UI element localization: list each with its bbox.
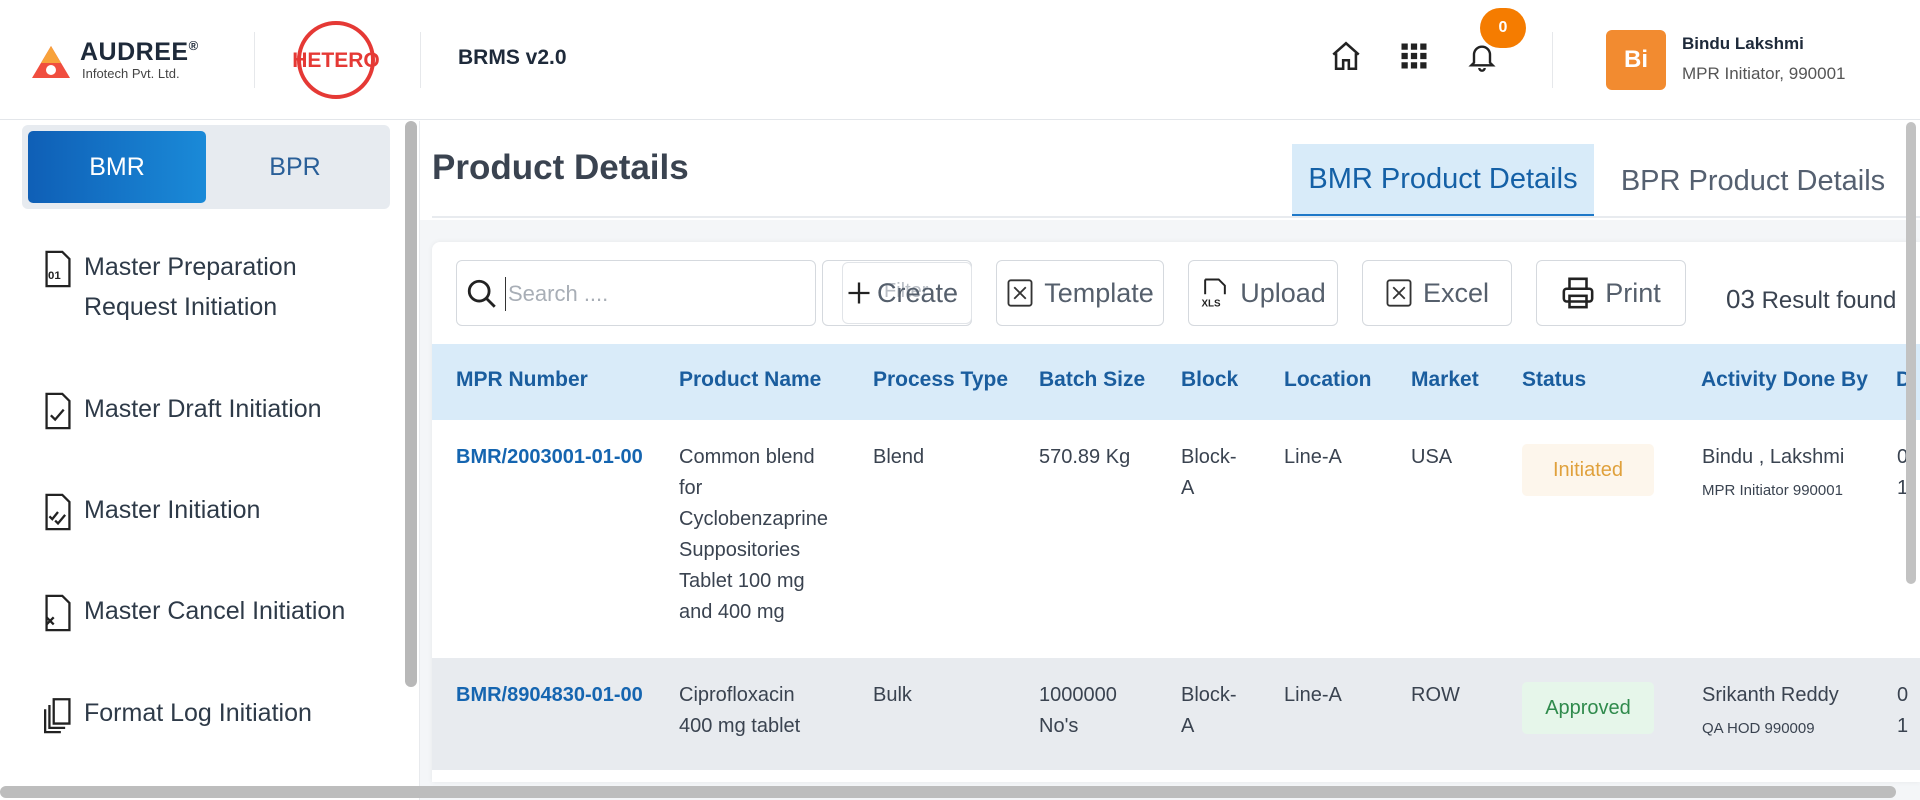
create-button[interactable]: Create [842, 262, 972, 324]
table-header: MPR Number Product Name Process Type Bat… [432, 344, 1920, 420]
column-header-status[interactable]: Status [1522, 368, 1586, 392]
document-double-check-icon [45, 493, 71, 531]
product-name-cell: Ciprofloxacin 400 mg tablet [679, 684, 801, 737]
app-header: AUDREE® Infotech Pvt. Ltd. HETERO BRMS v… [0, 0, 1920, 120]
column-header-market[interactable]: Market [1411, 368, 1479, 392]
market-cell: ROW [1411, 684, 1460, 706]
sidebar-scrollbar[interactable] [405, 121, 417, 687]
svg-text:HETERO: HETERO [292, 49, 380, 72]
horizontal-scrollbar[interactable] [0, 786, 1896, 798]
mpr-number-link[interactable]: BMR/2003001-01-00 [456, 442, 643, 473]
location-cell: Line-A [1284, 446, 1342, 468]
tab-bmr-product-details[interactable]: BMR Product Details [1292, 144, 1594, 218]
sidebar-item-master-initiation[interactable]: Master Initiation [40, 490, 380, 532]
activity-by-role: QA HOD 990009 [1702, 720, 1815, 737]
bmr-bpr-toggle: BMR BPR [22, 125, 390, 209]
copy-documents-icon [44, 698, 71, 734]
main-vertical-scrollbar[interactable] [1906, 122, 1916, 584]
header-divider [420, 32, 421, 88]
create-label: Create [877, 277, 959, 308]
document-check-icon [45, 392, 71, 430]
column-header-process-type[interactable]: Process Type [873, 368, 1008, 392]
avatar[interactable]: Bi [1606, 30, 1666, 90]
plus-icon [848, 282, 870, 304]
mpr-number-link[interactable]: BMR/8904830-01-00 [456, 680, 643, 711]
template-label: Template [1044, 277, 1154, 308]
status-badge: Approved [1522, 682, 1654, 734]
audree-logo-mark [32, 46, 70, 78]
column-header-mpr-number[interactable]: MPR Number [456, 368, 588, 392]
page-title: Product Details [432, 148, 689, 187]
toggle-bpr[interactable]: BPR [206, 131, 384, 203]
column-header-activity-done-by[interactable]: Activity Done By [1701, 368, 1868, 392]
company-name: AUDREE® [80, 38, 199, 66]
process-type-cell: Bulk [873, 684, 912, 706]
activity-by-name: Bindu , Lakshmi [1702, 446, 1845, 468]
excel-template-icon [1007, 279, 1033, 307]
print-label: Print [1605, 277, 1661, 308]
sidebar-item-label: Master Preparation Request Initiation [84, 253, 297, 321]
svg-text:XLS: XLS [1202, 299, 1222, 309]
home-icon[interactable] [1328, 38, 1364, 74]
activity-by-role: MPR Initiator 990001 [1702, 482, 1843, 499]
audree-logo: AUDREE® Infotech Pvt. Ltd. [30, 38, 220, 88]
excel-label: Excel [1422, 277, 1490, 308]
tab-bpr-product-details[interactable]: BPR Product Details [1608, 144, 1898, 218]
table-row[interactable]: BMR/2003001-01-00 Common blend for Cyclob… [432, 420, 1920, 658]
app-title: BRMS v2.0 [458, 46, 567, 69]
excel-button[interactable]: Excel [1362, 260, 1512, 326]
toggle-bmr[interactable]: BMR [28, 131, 206, 203]
search-input[interactable] [505, 277, 805, 311]
company-subtitle: Infotech Pvt. Ltd. [82, 66, 180, 81]
xls-file-icon: XLS [1202, 278, 1227, 309]
activity-by-name: Srikanth Reddy [1702, 684, 1839, 706]
tabs-divider [432, 216, 1920, 218]
sidebar: BMR BPR 01 Master Preparation Request Ini… [0, 121, 420, 800]
column-header-product-name[interactable]: Product Name [679, 368, 821, 392]
printer-icon [1562, 277, 1594, 309]
sidebar-item-label: Master Cancel Initiation [84, 597, 346, 625]
search-field [456, 260, 816, 326]
hetero-logo: HETERO [292, 21, 380, 99]
excel-icon [1386, 279, 1412, 307]
process-type-cell: Blend [873, 446, 925, 468]
document-cancel-icon [45, 594, 71, 632]
column-header-batch-size[interactable]: Batch Size [1039, 368, 1145, 392]
apps-grid-icon[interactable] [1396, 38, 1432, 74]
upload-button[interactable]: XLS Upload [1188, 260, 1338, 326]
sidebar-item-format-log-initiation[interactable]: Format Log Initiation [40, 693, 380, 735]
header-divider [1552, 32, 1553, 88]
location-cell: Line-A [1284, 684, 1342, 706]
sidebar-item-master-draft-initiation[interactable]: Master Draft Initiation [40, 389, 380, 431]
user-name: Bindu Lakshmi [1682, 34, 1804, 53]
batch-size-cell: 1000000 No's [1039, 684, 1117, 737]
sidebar-item-master-preparation-request[interactable]: 01 Master Preparation Request Initiation [40, 247, 380, 327]
sidebar-item-label: Master Initiation [84, 496, 261, 524]
template-button[interactable]: Template [996, 260, 1164, 326]
product-name-cell: Common blend for Cyclobenzaprine Supposito… [679, 446, 828, 623]
print-button[interactable]: Print [1536, 260, 1686, 326]
sidebar-item-master-cancel-initiation[interactable]: Master Cancel Initiation [40, 591, 380, 633]
result-count: 03 Result found [1726, 284, 1897, 314]
date-cell: 01 [1897, 684, 1909, 737]
table-row[interactable]: BMR/8904830-01-00 Ciprofloxacin 400 mg ta… [432, 658, 1920, 770]
notification-badge: 0 [1480, 8, 1526, 48]
search-icon [467, 279, 496, 308]
market-cell: USA [1411, 446, 1453, 468]
svg-text:01: 01 [48, 270, 61, 282]
block-cell: Block- A [1181, 446, 1237, 499]
sidebar-item-label: Master Draft Initiation [84, 395, 322, 423]
header-divider [254, 32, 255, 88]
column-header-location[interactable]: Location [1284, 368, 1372, 392]
upload-label: Upload [1240, 277, 1326, 308]
sidebar-item-label: Format Log Initiation [84, 699, 312, 727]
block-cell: Block- A [1181, 684, 1237, 737]
column-header-block[interactable]: Block [1181, 368, 1238, 392]
user-role: MPR Initiator, 990001 [1682, 64, 1846, 83]
status-badge: Initiated [1522, 444, 1654, 496]
batch-size-cell: 570.89 Kg [1039, 446, 1131, 468]
document-01-icon: 01 [45, 250, 71, 288]
